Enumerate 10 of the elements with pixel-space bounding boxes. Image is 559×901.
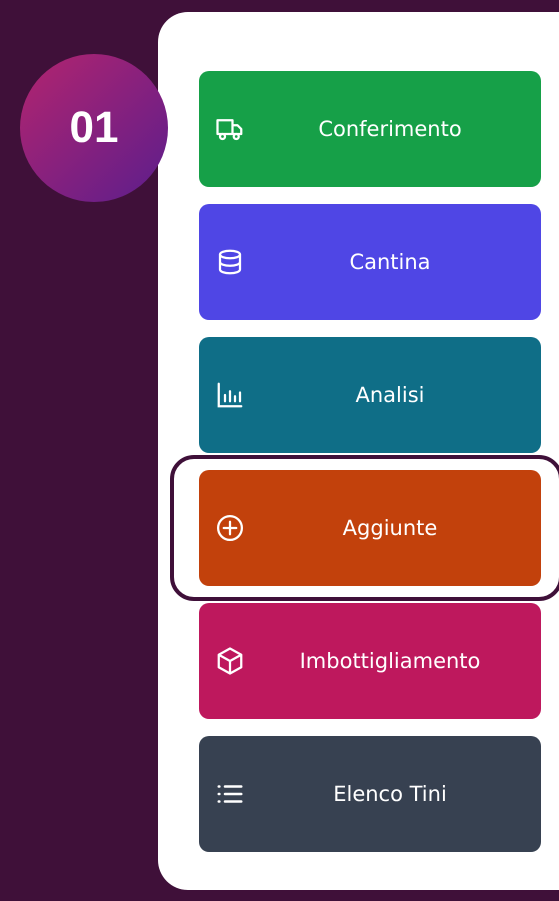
cube-icon: [215, 646, 245, 676]
menu-button[interactable]: Aggiunte: [199, 470, 541, 586]
bar-chart-icon: [215, 380, 245, 410]
menu-button[interactable]: Elenco Tini: [199, 736, 541, 852]
menu-button[interactable]: Conferimento: [199, 71, 541, 187]
menu-button[interactable]: Cantina: [199, 204, 541, 320]
add-icon: [215, 513, 245, 543]
step-number-badge: 01: [20, 54, 168, 202]
menu-button[interactable]: Analisi: [199, 337, 541, 453]
menu-button[interactable]: Imbottigliamento: [199, 603, 541, 719]
